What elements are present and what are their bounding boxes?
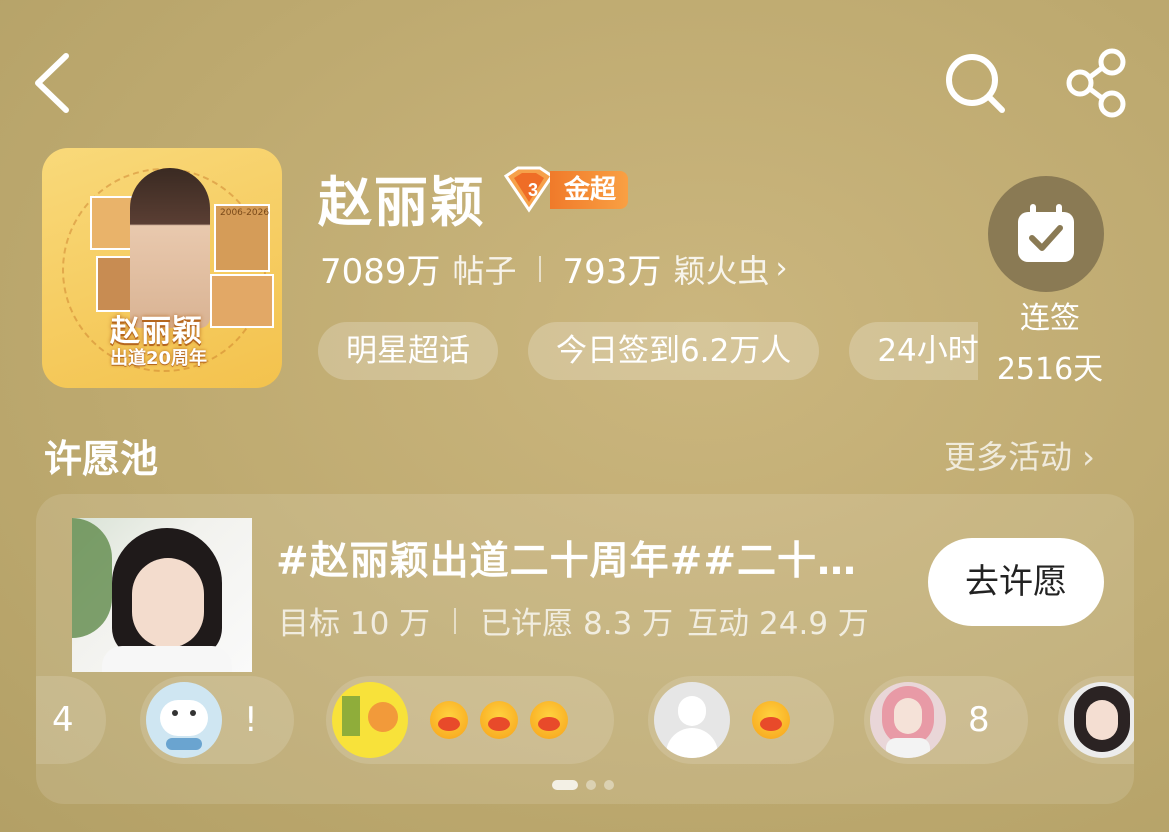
fans-unit[interactable]: 颖火虫 bbox=[673, 246, 769, 292]
user-avatar bbox=[870, 682, 946, 758]
user-avatar bbox=[332, 682, 408, 758]
comment-text: 4 bbox=[52, 700, 74, 740]
wish-meta: 目标 10 万 已许愿 8.3 万 互动 24.9 万 bbox=[278, 598, 869, 643]
divider bbox=[454, 607, 457, 634]
checkin-button[interactable] bbox=[988, 176, 1104, 292]
wish-count: 已许愿 8.3 万 bbox=[480, 606, 674, 642]
crying-laughing-emoji-icon bbox=[752, 701, 790, 739]
hug-emoji-icon bbox=[480, 701, 518, 739]
level-badge[interactable]: 3 金超 bbox=[500, 166, 629, 214]
image-leaf bbox=[72, 518, 112, 638]
comment-pill[interactable]: ! bbox=[140, 676, 294, 764]
back-button[interactable] bbox=[30, 48, 80, 118]
chevron-right-icon[interactable]: › bbox=[775, 251, 787, 286]
user-avatar bbox=[654, 682, 730, 758]
comment-pill[interactable]: 4 bbox=[36, 676, 106, 764]
pager-dot bbox=[586, 780, 596, 790]
tag-today-checkin[interactable]: 今日签到6.2万人 bbox=[528, 322, 820, 380]
topic-stats: 7089万 帖子 793万 颖火虫 › bbox=[320, 244, 787, 293]
search-button[interactable] bbox=[940, 48, 1012, 118]
posts-unit: 帖子 bbox=[452, 251, 517, 290]
back-icon bbox=[35, 53, 69, 113]
checkin-days: 2516天 bbox=[996, 352, 1104, 387]
wish-interactions: 互动 24.9 万 bbox=[687, 606, 869, 642]
share-icon bbox=[1066, 48, 1126, 118]
posts-count: 7089万 bbox=[320, 252, 441, 292]
hug-emoji-icon bbox=[530, 701, 568, 739]
calendar-check-icon bbox=[1018, 204, 1074, 262]
checkin-label: 连签 bbox=[1020, 301, 1080, 336]
avatar-subtitle: 出道20周年 bbox=[110, 348, 208, 369]
avatar-portrait bbox=[130, 168, 210, 328]
section-title: 许愿池 bbox=[44, 437, 159, 481]
pager-dots bbox=[552, 780, 614, 790]
share-button[interactable] bbox=[1060, 48, 1132, 118]
comment-pill[interactable] bbox=[648, 676, 834, 764]
pager-dot bbox=[552, 780, 578, 790]
divider bbox=[538, 255, 541, 282]
tag-row: 明星超话 今日签到6.2万人 24小时 bbox=[318, 322, 978, 380]
hug-emoji-icon bbox=[430, 701, 468, 739]
search-icon bbox=[946, 54, 1005, 113]
avatar-years: 2006-2026 bbox=[220, 208, 270, 218]
comment-pill[interactable] bbox=[1058, 676, 1134, 764]
badge-level: 3 bbox=[528, 180, 538, 200]
user-avatar bbox=[1064, 682, 1134, 758]
comment-pill[interactable]: 8 bbox=[864, 676, 1028, 764]
comment-scroller[interactable]: 4 ! 8 bbox=[36, 672, 1134, 768]
image-shirt bbox=[102, 646, 232, 672]
comment-text: 8 bbox=[968, 700, 990, 740]
image-face bbox=[132, 558, 204, 648]
avatar-photo-card bbox=[90, 196, 134, 250]
tag-24h[interactable]: 24小时 bbox=[849, 322, 978, 380]
topic-avatar[interactable]: 2006-2026 赵丽颖 出道20周年 bbox=[42, 148, 282, 388]
make-wish-button[interactable]: 去许愿 bbox=[928, 538, 1104, 626]
pager-dot bbox=[604, 780, 614, 790]
user-avatar bbox=[146, 682, 222, 758]
more-activities-link[interactable]: 更多活动 › bbox=[944, 432, 1095, 478]
topic-title: 赵丽颖 bbox=[318, 171, 486, 234]
badge-label: 金超 bbox=[550, 171, 629, 209]
wish-target: 目标 10 万 bbox=[278, 606, 431, 642]
tag-star-topic[interactable]: 明星超话 bbox=[318, 322, 498, 380]
fans-count[interactable]: 793万 bbox=[563, 244, 662, 293]
wish-image[interactable] bbox=[72, 518, 252, 672]
comment-pill[interactable] bbox=[326, 676, 614, 764]
avatar-photo-card bbox=[210, 274, 274, 328]
wish-title[interactable]: #赵丽颖出道二十周年##二十周年快乐# bbox=[276, 530, 896, 586]
comment-text: ! bbox=[244, 700, 258, 740]
